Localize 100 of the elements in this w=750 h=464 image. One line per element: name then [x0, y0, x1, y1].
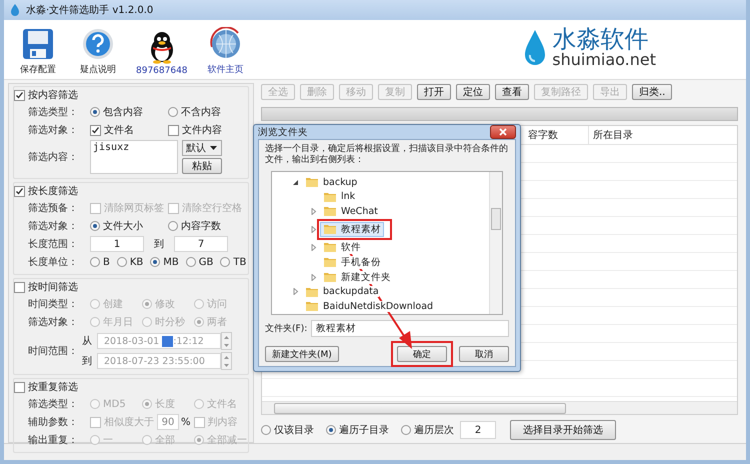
toolbar-button[interactable]: 疑点说明 — [76, 27, 120, 76]
dropdown[interactable]: 默认 — [182, 140, 222, 156]
horizontal-scrollbar[interactable] — [262, 401, 737, 414]
folder-name: 软件 — [341, 240, 361, 254]
field-label: 筛选类型： — [27, 398, 79, 411]
field-label: 输出重复： — [27, 434, 79, 447]
checkbox[interactable] — [14, 186, 25, 196]
dialog-button[interactable]: 确定 — [397, 346, 447, 362]
collapse-arrow-icon[interactable] — [292, 178, 299, 186]
vertical-scrollbar[interactable] — [489, 172, 502, 314]
input-field[interactable]: 2 — [460, 421, 496, 439]
field-label: 筛选对象： — [27, 220, 79, 233]
input-field[interactable]: 7 — [174, 236, 228, 252]
option-label: 年月日 — [103, 316, 133, 329]
spin-button[interactable] — [221, 332, 232, 350]
field-label: 时间范围： — [27, 344, 79, 358]
option-label: 遍历子目录 — [339, 424, 389, 437]
column-header[interactable]: 所在目录 — [589, 126, 737, 144]
column-header[interactable]: 容字数 — [524, 126, 589, 144]
tree-item[interactable]: 新建文件夹 — [320, 270, 394, 284]
radio-button[interactable] — [90, 257, 100, 267]
option-label: 文件名 — [104, 124, 134, 137]
option-label: MB — [163, 256, 179, 268]
text-area[interactable]: jisuxz — [90, 140, 178, 174]
expand-arrow-icon[interactable] — [310, 226, 317, 232]
checkbox[interactable] — [90, 416, 101, 428]
radio-button[interactable] — [168, 107, 178, 117]
option-label: 不含内容 — [181, 106, 221, 119]
option-label: 文件大小 — [103, 220, 143, 233]
radio-button[interactable] — [116, 257, 127, 267]
folder-icon — [323, 256, 337, 268]
folder-field[interactable]: 教程素材 — [311, 320, 509, 337]
close-button[interactable] — [490, 125, 516, 140]
radio-button[interactable] — [90, 107, 100, 117]
window-title: 水淼·文件筛选助手 v1.2.0.0 — [26, 4, 154, 17]
field-label: 筛选内容： — [27, 150, 79, 164]
input-field[interactable]: 90 — [157, 414, 179, 430]
radio-button[interactable] — [326, 425, 336, 435]
option-label: 包含内容 — [103, 106, 143, 119]
start-button[interactable]: 选择目录开始筛选 — [510, 420, 616, 440]
expand-arrow-icon[interactable] — [292, 288, 299, 296]
dialog-button[interactable]: 新建文件夹(M) — [265, 346, 339, 362]
radio-button[interactable] — [186, 257, 196, 267]
radio-button[interactable] — [150, 257, 160, 267]
up-arrow-icon — [224, 336, 229, 338]
dialog-description: 选择一个目录，确定后将根据设置，扫描该目录中符合条件的文件，输出到右侧列表： — [265, 144, 509, 166]
checkbox[interactable] — [14, 282, 25, 292]
dialog-button[interactable]: 取消 — [459, 346, 509, 362]
checkbox[interactable] — [14, 382, 25, 392]
toolbar-button[interactable]: 保存配置 — [16, 27, 60, 76]
field-label: 长度范围： — [27, 238, 79, 251]
tree-item[interactable]: 软件 — [320, 240, 364, 254]
radio-button[interactable] — [90, 221, 100, 231]
checkbox[interactable] — [90, 124, 101, 136]
radio-button[interactable] — [261, 425, 271, 435]
option-label: 全部 — [155, 434, 175, 447]
field-label: 筛选预备： — [27, 202, 79, 215]
action-button[interactable]: 打开 — [417, 84, 451, 100]
radio-button[interactable] — [220, 257, 230, 267]
radio-button[interactable] — [401, 425, 411, 435]
tree-item[interactable]: 教程素材 — [320, 222, 384, 236]
expand-arrow-icon[interactable] — [310, 208, 317, 215]
folder-icon — [323, 271, 337, 283]
folder-name: WeChat — [341, 206, 378, 217]
group-title: 按内容筛选 — [28, 88, 78, 102]
expand-arrow-icon[interactable] — [310, 274, 317, 280]
folder-icon — [323, 190, 337, 203]
option-label: 仅该目录 — [274, 424, 314, 437]
checkbox[interactable] — [14, 90, 25, 100]
close-icon — [499, 128, 507, 136]
tree-item[interactable]: backup — [302, 175, 360, 190]
tree-item[interactable]: 手机备份 — [320, 254, 384, 270]
option-label: 清除空行空格 — [182, 202, 242, 215]
toolbar-button[interactable]: 897687648 — [136, 30, 188, 76]
checkbox[interactable] — [194, 416, 205, 428]
group-title: 按长度筛选 — [28, 184, 78, 198]
option-label: TB — [233, 256, 246, 268]
tree-item[interactable]: WeChat — [320, 204, 381, 218]
input-field[interactable]: 1 — [90, 236, 144, 252]
option-label: 判内容 — [208, 416, 238, 429]
toolbar-button[interactable]: 软件主页 — [204, 27, 248, 76]
option-label: 长度 — [155, 398, 175, 411]
spin-button[interactable] — [221, 352, 232, 370]
field-label: 筛选类型： — [27, 106, 79, 119]
option-label: 两者 — [207, 316, 227, 329]
tree-item[interactable]: backupdata — [302, 284, 382, 299]
down-arrow-icon — [224, 344, 229, 346]
expand-arrow-icon[interactable] — [310, 244, 317, 250]
radio-button[interactable] — [168, 221, 178, 231]
paste-button[interactable]: 粘贴 — [182, 158, 222, 174]
checkbox[interactable] — [168, 124, 179, 136]
tree-item[interactable]: lnk — [320, 190, 358, 204]
field-label: 辅助参数： — [27, 416, 79, 429]
action-button[interactable]: 定位 — [456, 84, 490, 100]
option-label: KB — [130, 256, 144, 268]
action-button[interactable]: 查看 — [495, 84, 529, 100]
tree-item[interactable]: BaiduNetdiskDownload — [302, 299, 436, 314]
action-button[interactable]: 归类.. — [632, 84, 672, 100]
folder-icon — [323, 241, 337, 253]
folder-name: backup — [323, 176, 358, 188]
